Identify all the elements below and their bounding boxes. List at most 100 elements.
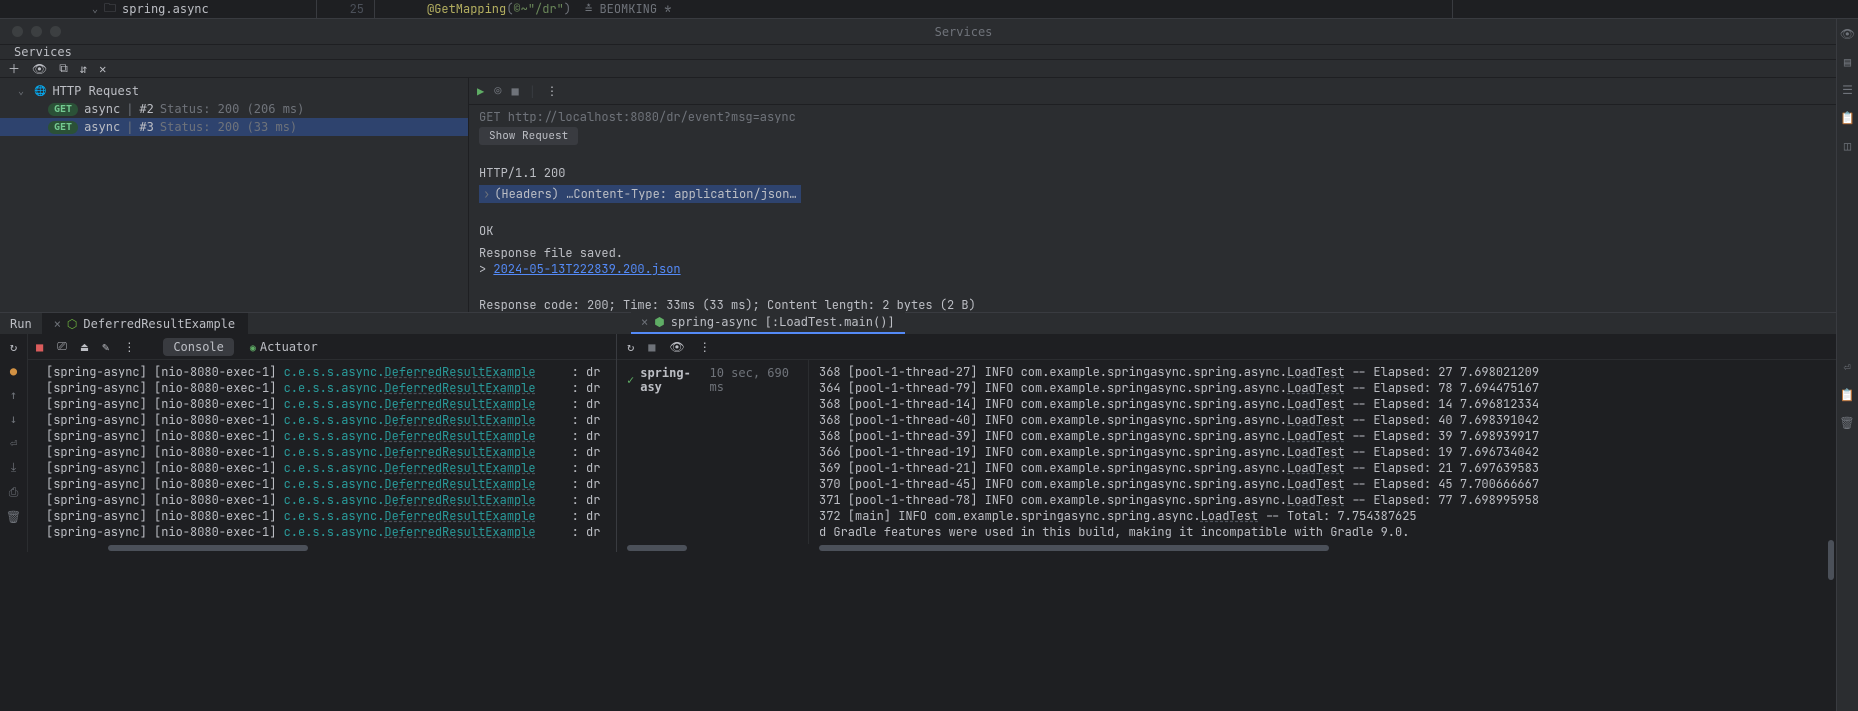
request-idx: #3	[139, 120, 153, 134]
http-status-line: HTTP/1.1 200	[479, 165, 1848, 181]
close-icon[interactable]: ×	[54, 317, 61, 331]
camera-icon[interactable]: ⎚	[57, 339, 67, 354]
loadtest-line: 368 [pool-1-thread-40] INFO com.example.…	[819, 412, 1848, 428]
print-icon[interactable]: ⎙	[9, 485, 19, 500]
run-left-toolbar: ■ ⎚ ⏏ ✎ ⋮ Console ◉Actuator	[28, 334, 616, 360]
clipboard-icon[interactable]: 📋	[1840, 111, 1855, 125]
run-right: ↻ ■ 👁 ⋮ ✓ spring-asy 10 sec, 690 ms 368 …	[617, 334, 1858, 552]
subtabs: Console ◉Actuator	[163, 338, 327, 356]
line-number: 25	[350, 1, 364, 17]
wrap-lines-icon[interactable]: ⏎	[10, 436, 17, 450]
get-badge: GET	[48, 121, 78, 134]
loadtest-line: 370 [pool-1-thread-45] INFO com.example.…	[819, 476, 1848, 492]
loadtest-line: 372 [main] INFO com.example.springasync.…	[819, 508, 1848, 524]
console-scrollbar-h[interactable]	[28, 544, 616, 552]
trash-icon[interactable]: 🗑	[6, 510, 21, 524]
run-tab-deferred[interactable]: × ⬡ DeferredResultExample	[42, 313, 248, 334]
request-name: async	[84, 102, 120, 116]
scrollbar-thumb-2[interactable]	[819, 545, 1329, 551]
rerun-icon[interactable]: ↻	[10, 340, 17, 354]
more-icon[interactable]: ⋮	[123, 340, 135, 354]
collapse-all-icon[interactable]: ⇵	[80, 62, 87, 76]
breakpoint-icon[interactable]: ●	[10, 364, 17, 378]
request-status: Status: 200 (33 ms)	[160, 120, 297, 134]
run-icon[interactable]: ▶	[477, 84, 484, 98]
test-row[interactable]: ✓ spring-asy 10 sec, 690 ms	[627, 366, 798, 394]
exit-icon[interactable]: ⏏	[81, 340, 88, 354]
close-icon[interactable]: ×	[641, 315, 648, 329]
traffic-light-max[interactable]	[50, 26, 61, 37]
eye-icon[interactable]: 👁	[32, 62, 47, 76]
wrap-icon[interactable]: ⏎	[1843, 360, 1850, 374]
scrollbar-thumb[interactable]	[627, 545, 687, 551]
editor-right-gutter	[1840, 0, 1858, 18]
headers-summary: (Headers) …Content-Type: application/jso…	[494, 186, 796, 202]
actuator-icon: ◉	[250, 343, 256, 354]
loadtest-output[interactable]: 368 [pool-1-thread-27] INFO com.example.…	[809, 360, 1858, 544]
response-body: OK	[479, 223, 1848, 239]
run-panel: Run × ⬡ DeferredResultExample ↻ ● ↑ ↓ ⏎ …	[0, 312, 1858, 552]
console-output[interactable]: [spring-async] [nio-8080-exec-1] c.e.s.s…	[28, 360, 616, 544]
run-left-gutter: ↻ ● ↑ ↓ ⏎ ⤓ ⎙ 🗑	[0, 334, 28, 552]
stop-icon[interactable]: ■	[36, 340, 43, 354]
request-item-3[interactable]: GET async | #3 Status: 200 (33 ms)	[0, 118, 468, 136]
response-summary: Response code: 200; Time: 33ms (33 ms); …	[479, 297, 1848, 313]
run-tab-loadtest[interactable]: × ⬢ spring-async [:LoadTest.main()]	[631, 312, 905, 334]
tool-window-chrome: Services	[0, 19, 1858, 45]
tool-window-title: Services	[69, 25, 1858, 39]
traffic-light-close[interactable]	[12, 26, 23, 37]
expand-icon[interactable]: ⧉	[59, 61, 68, 76]
up-arrow-icon[interactable]: ↑	[10, 388, 17, 402]
settings-icon[interactable]: ✎	[102, 340, 109, 354]
detail-toolbar: ▶ ⌾ ■ | ⋮	[469, 78, 1858, 105]
down-arrow-icon[interactable]: ↓	[10, 412, 17, 426]
console-line: [spring-async] [nio-8080-exec-1] c.e.s.s…	[46, 508, 608, 524]
editor-code-line[interactable]: @GetMapping(©~"/dr") ≛ BEOMKING *	[375, 0, 1452, 18]
traffic-light-min[interactable]	[31, 26, 42, 37]
response-file-row: > 2024-05-13T222839.200.json	[479, 261, 1848, 277]
debug-icon[interactable]: ⌾	[494, 84, 501, 98]
loadtest-line: 368 [pool-1-thread-39] INFO com.example.…	[819, 428, 1848, 444]
services-toolbar: ＋ 👁 ⧉ ⇵ ✕	[0, 60, 1858, 78]
layers-icon[interactable]: ▤	[1844, 55, 1851, 69]
vscroll-thumb[interactable]	[1828, 540, 1834, 580]
trash-icon[interactable]: 🗑	[1839, 416, 1854, 430]
show-request-button[interactable]: Show Request	[479, 127, 578, 145]
scroll-end-icon[interactable]: ⤓	[11, 460, 16, 475]
test-tree: ✓ spring-asy 10 sec, 690 ms	[617, 360, 809, 544]
run-label: Run	[0, 313, 42, 334]
response-file-link[interactable]: 2024-05-13T222839.200.json	[493, 261, 680, 277]
request-name: async	[84, 120, 120, 134]
add-icon[interactable]: ＋	[8, 60, 20, 77]
request-sep: |	[126, 120, 133, 134]
bookmark-icon[interactable]: ☰	[1842, 83, 1853, 97]
loadtest-line: 369 [pool-1-thread-21] INFO com.example.…	[819, 460, 1848, 476]
file-prompt: >	[479, 261, 493, 277]
eye-icon[interactable]: 👁	[1840, 27, 1855, 41]
stop-icon[interactable]: ■	[511, 84, 518, 98]
console-line: [spring-async] [nio-8080-exec-1] c.e.s.s…	[46, 396, 608, 412]
loadtest-vscroll[interactable]	[1826, 360, 1836, 590]
loadtest-scrollbar-h[interactable]	[617, 544, 1858, 552]
request-item-2[interactable]: GET async | #2 Status: 200 (206 ms)	[0, 100, 468, 118]
clipboard-icon[interactable]: 📋	[1840, 388, 1855, 402]
close-icon[interactable]: ✕	[99, 62, 106, 76]
scrollbar-thumb[interactable]	[108, 545, 308, 551]
detail-content: GET http://localhost:8080/dr/event?msg=a…	[469, 105, 1858, 317]
editor-minimap[interactable]	[1452, 0, 1840, 18]
project-tree-node[interactable]: ⌄ 🗀 spring.async	[0, 0, 317, 18]
more-icon[interactable]: ⋮	[546, 84, 558, 98]
http-request-root[interactable]: ⌄ 🌐 HTTP Request	[0, 82, 468, 100]
palette-icon[interactable]: ◫	[1844, 139, 1851, 153]
subtab-actuator[interactable]: ◉Actuator	[240, 338, 328, 356]
chevron-down-icon: ⌄	[18, 86, 28, 97]
separator: |	[529, 84, 536, 98]
headers-toggle[interactable]: ›(Headers) …Content-Type: application/js…	[479, 185, 801, 203]
services-header: Services	[0, 45, 1858, 60]
request-status: Status: 200 (206 ms)	[160, 102, 305, 116]
services-tree: ⌄ 🌐 HTTP Request GET async | #2 Status: …	[0, 78, 469, 317]
subtab-console[interactable]: Console	[163, 338, 234, 356]
run-left: ↻ ● ↑ ↓ ⏎ ⤓ ⎙ 🗑 ■ ⎚ ⏏ ✎ ⋮ Console ◉	[0, 334, 617, 552]
loadtest-line: 368 [pool-1-thread-27] INFO com.example.…	[819, 364, 1848, 380]
folder-icon: 🗀	[104, 0, 116, 20]
